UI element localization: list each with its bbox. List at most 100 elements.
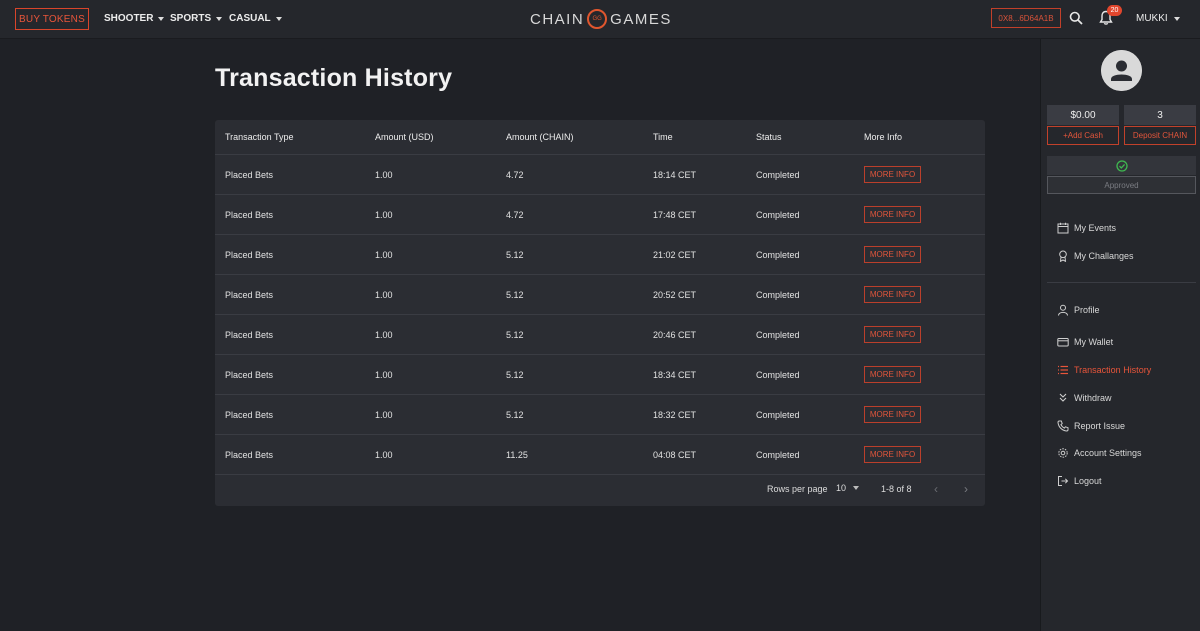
cell-type: Placed Bets: [225, 449, 274, 460]
cell-time: 21:02 CET: [653, 249, 697, 260]
cell-more: MORE INFO: [864, 235, 921, 274]
sidebar-item-transaction-history[interactable]: Transaction History: [1057, 363, 1151, 377]
usd-balance: $0.00: [1047, 105, 1119, 125]
cell-type: Placed Bets: [225, 329, 274, 340]
sidebar-item-label: Report Issue: [1074, 421, 1126, 431]
cell-status: Completed: [756, 289, 800, 300]
cell-time: 17:48 CET: [653, 209, 697, 220]
cell-usd: 1.00: [375, 369, 393, 380]
column-header: More Info: [864, 132, 903, 142]
chain-games-logo[interactable]: CHAIN GG GAMES: [530, 9, 672, 29]
user-icon: [1058, 304, 1068, 316]
page-title: Transaction History: [215, 64, 453, 92]
top-navbar: BUY TOKENS SHOOTER SPORTS CASUAL CHAIN G…: [0, 0, 1200, 39]
nav-casual[interactable]: CASUAL: [229, 13, 282, 24]
sidebar-item-report-issue[interactable]: Report Issue: [1057, 419, 1125, 433]
cell-time: 20:52 CET: [653, 289, 697, 300]
cell-usd: 1.00: [375, 249, 393, 260]
cell-time: 04:08 CET: [653, 449, 697, 460]
cell-status: Completed: [756, 409, 800, 420]
deposit-chain-button[interactable]: Deposit CHAIN: [1124, 126, 1196, 145]
cell-more: MORE INFO: [864, 435, 921, 474]
table-row: Placed Bets 1.00 11.25 04:08 CET Complet…: [215, 435, 985, 475]
cell-status: Completed: [756, 169, 800, 180]
cell-type: Placed Bets: [225, 249, 274, 260]
user-menu[interactable]: MUKKI: [1136, 13, 1180, 24]
sidebar-item-label: Account Settings: [1074, 448, 1142, 458]
table-row: Placed Bets 1.00 4.72 17:48 CET Complete…: [215, 195, 985, 235]
sidebar-item-profile[interactable]: Profile: [1057, 303, 1100, 317]
account-sidebar: $0.00 3 +Add Cash Deposit CHAIN Approved…: [1040, 39, 1200, 631]
sidebar-item-my-challanges[interactable]: My Challanges: [1057, 249, 1134, 263]
transaction-table: Transaction Type Amount (USD) Amount (CH…: [215, 120, 985, 506]
cell-chain: 5.12: [506, 249, 524, 260]
cell-status: Completed: [756, 369, 800, 380]
approved-button: Approved: [1047, 176, 1196, 194]
cell-type: Placed Bets: [225, 409, 274, 420]
logo-mark-text: GG: [592, 16, 602, 22]
cell-usd: 1.00: [375, 329, 393, 340]
cell-time: 18:34 CET: [653, 369, 697, 380]
gear-icon: [1058, 448, 1068, 458]
cell-more: MORE INFO: [864, 275, 921, 314]
approval-status: [1047, 156, 1196, 175]
cell-status: Completed: [756, 449, 800, 460]
cell-usd: 1.00: [375, 169, 393, 180]
cell-chain: 5.12: [506, 409, 524, 420]
chevron-down-icon: [158, 16, 165, 21]
rows-per-page-select[interactable]: 10: [836, 483, 860, 493]
cell-chain: 5.12: [506, 329, 524, 340]
more-info-button[interactable]: MORE INFO: [864, 406, 921, 423]
add-cash-button[interactable]: +Add Cash: [1047, 126, 1119, 145]
nav-casual-label: CASUAL: [229, 13, 271, 24]
cell-status: Completed: [756, 249, 800, 260]
check-circle-icon: [1115, 159, 1128, 172]
more-info-button[interactable]: MORE INFO: [864, 326, 921, 343]
more-info-button[interactable]: MORE INFO: [864, 286, 921, 303]
cell-more: MORE INFO: [864, 355, 921, 394]
wallet-address-button[interactable]: 0X8...6D64A1B: [991, 8, 1061, 28]
column-header: Time: [653, 132, 673, 142]
more-info-button[interactable]: MORE INFO: [864, 246, 921, 263]
page-range: 1-8 of 8: [881, 484, 912, 494]
nav-sports-label: SPORTS: [170, 13, 212, 24]
chevron-left-icon[interactable]: ‹: [934, 482, 938, 496]
list-icon: [1058, 365, 1068, 375]
nav-shooter[interactable]: SHOOTER: [104, 13, 165, 24]
notification-badge: 20: [1107, 5, 1122, 16]
buy-tokens-button[interactable]: BUY TOKENS: [15, 8, 89, 30]
sidebar-item-label: Profile: [1074, 305, 1100, 315]
table-row: Placed Bets 1.00 5.12 18:32 CET Complete…: [215, 395, 985, 435]
sidebar-item-my-wallet[interactable]: My Wallet: [1057, 335, 1113, 349]
more-info-button[interactable]: MORE INFO: [864, 446, 921, 463]
more-info-button[interactable]: MORE INFO: [864, 206, 921, 223]
cell-usd: 1.00: [375, 209, 393, 220]
cell-chain: 4.72: [506, 169, 524, 180]
sidebar-item-my-events[interactable]: My Events: [1057, 221, 1116, 235]
column-header: Transaction Type: [225, 132, 294, 142]
chevron-right-icon[interactable]: ›: [964, 482, 968, 496]
cell-chain: 5.12: [506, 369, 524, 380]
rows-per-page-label: Rows per page: [767, 484, 828, 494]
search-icon[interactable]: [1069, 11, 1083, 25]
table-row: Placed Bets 1.00 5.12 21:02 CET Complete…: [215, 235, 985, 275]
sidebar-item-logout[interactable]: Logout: [1057, 474, 1102, 488]
avatar[interactable]: [1101, 50, 1142, 91]
cell-chain: 5.12: [506, 289, 524, 300]
sidebar-item-label: Logout: [1074, 476, 1102, 486]
sidebar-item-withdraw[interactable]: Withdraw: [1057, 391, 1112, 405]
more-info-button[interactable]: MORE INFO: [864, 166, 921, 183]
cell-time: 20:46 CET: [653, 329, 697, 340]
wallet-icon: [1057, 338, 1069, 347]
sidebar-item-account-settings[interactable]: Account Settings: [1057, 446, 1142, 460]
cell-more: MORE INFO: [864, 315, 921, 354]
nav-sports[interactable]: SPORTS: [170, 13, 223, 24]
cell-type: Placed Bets: [225, 169, 274, 180]
phone-icon: [1057, 420, 1069, 432]
more-info-button[interactable]: MORE INFO: [864, 366, 921, 383]
sidebar-item-label: Withdraw: [1074, 393, 1112, 403]
cell-chain: 11.25: [506, 449, 528, 460]
sidebar-divider: [1047, 282, 1196, 283]
chain-balance: 3: [1124, 105, 1196, 125]
sidebar-item-label: Transaction History: [1074, 365, 1152, 375]
